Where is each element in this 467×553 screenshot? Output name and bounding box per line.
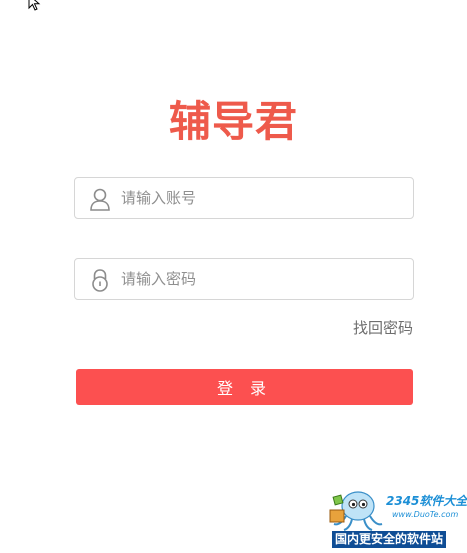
user-icon: [90, 188, 110, 211]
watermark-url: www.DuoTe.com: [392, 510, 459, 519]
mascot-icon: [329, 491, 383, 531]
watermark: 2345软件大全 www.DuoTe.com 国内更安全的软件站: [322, 482, 467, 553]
account-field[interactable]: [74, 177, 414, 219]
watermark-brand: 2345软件大全: [386, 494, 467, 508]
lock-icon: [92, 269, 108, 292]
account-input[interactable]: [121, 178, 401, 218]
watermark-slogan: 国内更安全的软件站: [332, 531, 447, 548]
app-logo: 辅导君: [168, 97, 298, 146]
forgot-password-link[interactable]: 找回密码: [353, 317, 413, 338]
password-input[interactable]: [121, 259, 401, 299]
password-field[interactable]: [74, 258, 414, 300]
mouse-cursor-icon: [28, 0, 41, 11]
login-button[interactable]: 登 录: [76, 369, 413, 405]
